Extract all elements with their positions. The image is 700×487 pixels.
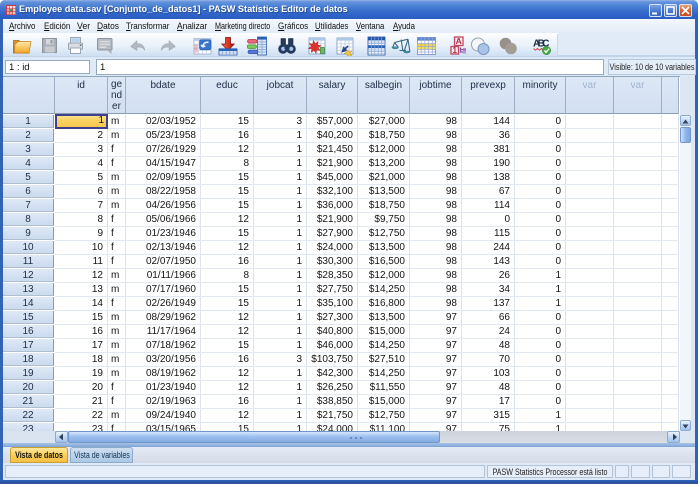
svg-text:A: A [456, 36, 462, 46]
svg-text:1: 1 [452, 46, 457, 55]
